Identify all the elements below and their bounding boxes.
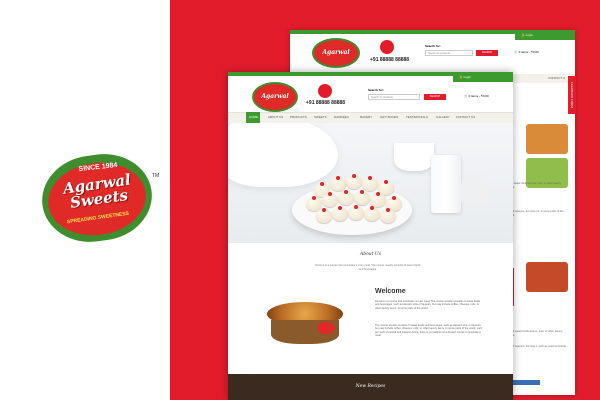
- nav-gift-boxes[interactable]: GIFT BOXES: [380, 115, 398, 119]
- cart-icon: 🛒: [464, 94, 468, 98]
- search-button[interactable]: SEARCH: [476, 50, 498, 56]
- site-logo[interactable]: Agarwal: [252, 82, 298, 112]
- search-input[interactable]: Search for products: [425, 50, 473, 56]
- back-text: sts of sweet foods and es, nuts, or othe…: [508, 330, 563, 337]
- dry-fruit-basket-image: [265, 290, 345, 350]
- welcome-para-1: Dessert is a course that concludes a mai…: [375, 300, 481, 310]
- nav-gallery[interactable]: GALLERY: [436, 115, 450, 119]
- bowl-image: [394, 143, 434, 171]
- phone-number: +91 88888 88888: [370, 57, 410, 63]
- cart-icon: 🛒: [514, 50, 518, 54]
- product-thumb[interactable]: [526, 262, 568, 292]
- about-text: Dessert is a course that concludes a mai…: [315, 264, 421, 271]
- feedback-tab[interactable]: FEEDBACK FORM: [568, 76, 576, 114]
- hero-banner: [228, 123, 513, 243]
- back-text: ine or liqueurs, but may ms. In some par…: [508, 210, 564, 217]
- lock-icon: 🔒: [521, 33, 525, 37]
- back-text: ts of sweet foods and as, nuts, or other…: [508, 182, 562, 189]
- login-link[interactable]: 🔒 Login: [453, 72, 513, 82]
- read-more-button[interactable]: [510, 380, 540, 385]
- milk-glass-image: [431, 155, 461, 213]
- site-logo[interactable]: Agarwal: [312, 38, 360, 68]
- new-recipes-section: New Recipes: [228, 374, 513, 400]
- cart-summary[interactable]: 🛒 0 items - ₹0.00: [514, 50, 539, 54]
- left-panel: SINCE 1984 Agarwal Sweets SPREADING SWEET…: [0, 0, 170, 400]
- about-title: About Us: [359, 252, 382, 257]
- cart-summary[interactable]: 🛒 0 items - ₹0.00: [464, 94, 489, 98]
- nav-home[interactable]: HOME: [249, 115, 258, 119]
- search-label: Search for:: [425, 44, 441, 48]
- nav-sweets[interactable]: SWEETS: [314, 115, 327, 119]
- logo-tm: TM: [152, 173, 160, 179]
- phone-number: +91 88888 88888: [306, 100, 346, 106]
- nav-testimonials[interactable]: TESTIMONIALS: [406, 115, 428, 119]
- front-website-preview: 🔒 Login Agarwal +91 88888 88888 Search f…: [228, 72, 513, 400]
- lock-icon: 🔒: [459, 75, 463, 79]
- product-thumb[interactable]: [526, 124, 568, 154]
- search-input[interactable]: Search for products: [368, 94, 420, 100]
- offer-badge: [318, 84, 332, 98]
- brand-logo: SINCE 1984 Agarwal Sweets SPREADING SWEET…: [36, 147, 159, 249]
- welcome-para-2: The course usually consists of sweet foo…: [375, 324, 483, 338]
- nav-about[interactable]: ABOUT US: [268, 115, 283, 119]
- search-label: Search for:: [368, 88, 384, 92]
- search-button[interactable]: SEARCH: [424, 94, 446, 100]
- welcome-title: Welcome: [375, 288, 406, 295]
- login-link[interactable]: 🔒 Login: [515, 30, 575, 40]
- nav-bakery[interactable]: BAKERY: [360, 115, 372, 119]
- nav-products[interactable]: PRODUCTS: [290, 115, 307, 119]
- nav-namkeen[interactable]: NAMKEEN: [334, 115, 349, 119]
- back-text: ine or liqueurs, but may s, such as much…: [508, 345, 566, 352]
- new-recipes-title: New Recipes: [355, 384, 386, 389]
- offer-badge: [380, 40, 394, 54]
- nav-contact[interactable]: CONTACT US: [456, 115, 475, 119]
- nav-contact[interactable]: CONTACT U: [548, 76, 565, 80]
